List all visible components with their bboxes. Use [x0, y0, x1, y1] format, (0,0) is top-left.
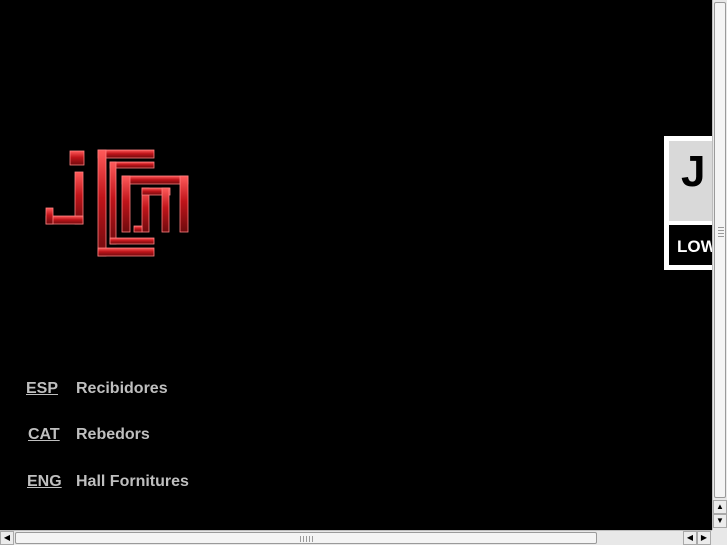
lang-link-esp[interactable]: ESP [26, 380, 58, 398]
jcm-logo [45, 149, 189, 257]
arrow-left-icon[interactable]: ◀ [683, 531, 697, 545]
arrow-left-icon[interactable]: ◀ [0, 531, 14, 545]
arrow-down-icon[interactable]: ▼ [713, 514, 727, 528]
banner-text: LOW [677, 237, 712, 256]
arrow-up-icon[interactable]: ▲ [713, 500, 727, 514]
lang-label-eng: Hall Fornitures [76, 473, 189, 490]
lang-link-eng[interactable]: ENG [27, 473, 62, 491]
horizontal-scroll-thumb[interactable] [15, 532, 597, 544]
vertical-grip-icon [718, 225, 724, 237]
lang-label-esp: Recibidores [76, 380, 168, 397]
banner-letter: J [681, 147, 706, 196]
horizontal-scrollbar[interactable]: ◀ ◀ ▶ [0, 530, 712, 545]
horizontal-grip-icon [300, 536, 314, 542]
page-viewport: J LOW ESP Recibidores CAT Rebedors ENG H… [0, 0, 712, 530]
arrow-right-icon[interactable]: ▶ [697, 531, 711, 545]
scrollbar-corner [712, 530, 727, 545]
vertical-scroll-thumb[interactable] [714, 2, 726, 498]
partial-banner[interactable]: J LOW [664, 136, 712, 270]
lang-label-cat: Rebedors [76, 426, 150, 443]
lang-link-cat[interactable]: CAT [28, 426, 60, 444]
vertical-scrollbar[interactable]: ▲ ▼ [712, 0, 727, 530]
